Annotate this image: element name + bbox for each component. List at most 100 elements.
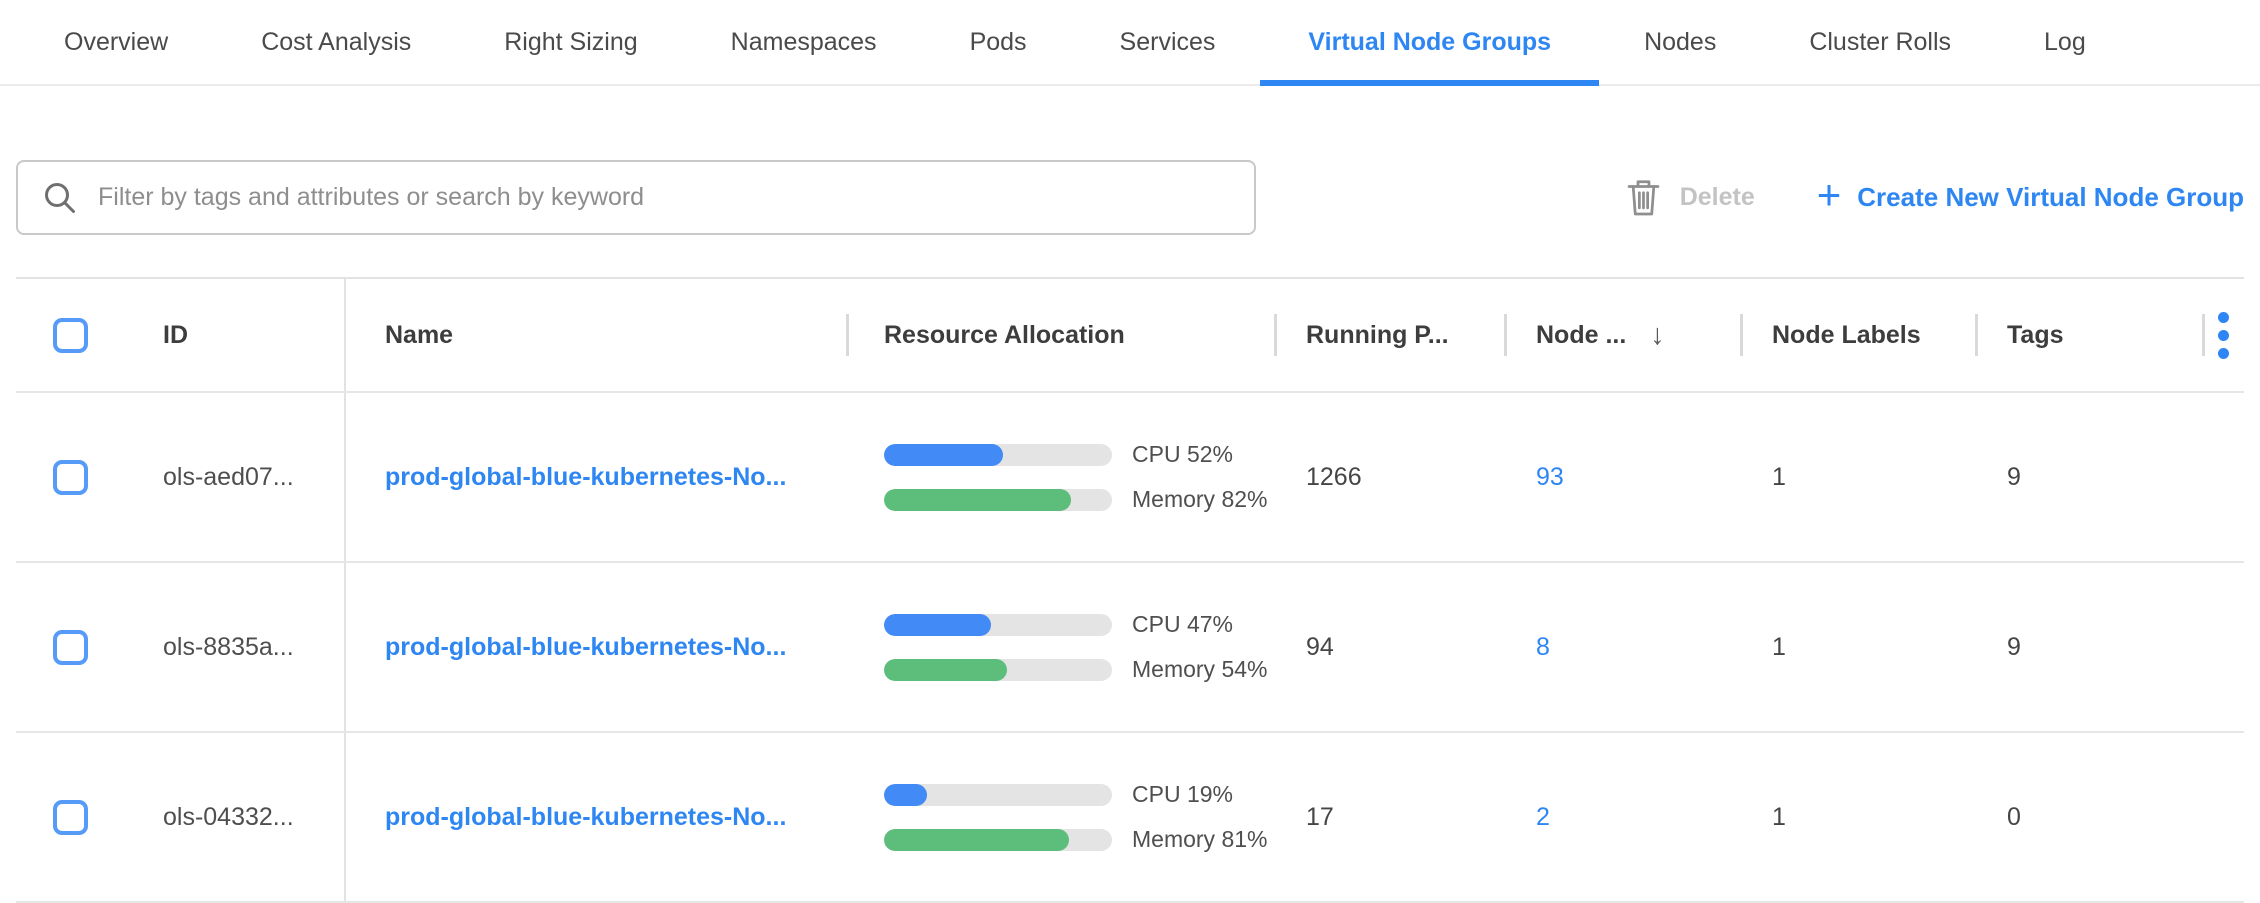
memory-usage-bar	[884, 829, 1112, 851]
vng-name-link[interactable]: prod-global-blue-kubernetes-No...	[385, 633, 786, 662]
nodes-cell: 2	[1504, 733, 1740, 901]
column-header-running-pods[interactable]: Running P...	[1274, 279, 1504, 391]
memory-usage-bar	[884, 659, 1112, 681]
tab-cost-analysis[interactable]: Cost Analysis	[261, 0, 411, 84]
memory-usage-fill	[884, 659, 1007, 681]
node-labels-value: 1	[1740, 733, 1975, 901]
tags-value: 0	[1975, 733, 2202, 901]
create-button-label: Create New Virtual Node Group	[1857, 182, 2244, 213]
nodes-count-link[interactable]: 8	[1536, 633, 1550, 662]
column-header-tags[interactable]: Tags	[1975, 279, 2202, 391]
nodes-cell: 8	[1504, 563, 1740, 731]
row-select-cell	[16, 393, 130, 561]
vng-id: ols-8835a...	[130, 563, 346, 731]
nodes-count-link[interactable]: 2	[1536, 803, 1550, 832]
toolbar: Delete + Create New Virtual Node Group	[16, 160, 2244, 235]
filter-search-box	[16, 160, 1256, 235]
kebab-dot	[2218, 312, 2229, 323]
memory-usage-fill	[884, 829, 1069, 851]
row-checkbox[interactable]	[53, 630, 88, 665]
delete-button-label: Delete	[1680, 183, 1755, 212]
node-labels-value: 1	[1740, 563, 1975, 731]
row-select-cell	[16, 563, 130, 731]
resource-allocation-cell: CPU 52% Memory 82%	[846, 393, 1274, 561]
cpu-usage-bar	[884, 614, 1112, 636]
tab-nodes[interactable]: Nodes	[1644, 0, 1716, 84]
nodes-cell: 93	[1504, 393, 1740, 561]
kebab-dot	[2218, 330, 2229, 341]
running-pods-value: 1266	[1274, 393, 1504, 561]
vng-name-link[interactable]: prod-global-blue-kubernetes-No...	[385, 463, 786, 492]
search-icon	[42, 180, 78, 216]
plus-icon: +	[1817, 174, 1842, 216]
select-all-checkbox[interactable]	[53, 318, 88, 353]
column-settings-cell	[2202, 279, 2244, 391]
tab-log[interactable]: Log	[2044, 0, 2086, 84]
tab-right-sizing[interactable]: Right Sizing	[504, 0, 637, 84]
cpu-usage-bar	[884, 784, 1112, 806]
create-new-virtual-node-group-button[interactable]: + Create New Virtual Node Group	[1817, 177, 2244, 219]
row-menu-cell	[2202, 563, 2244, 731]
column-header-id[interactable]: ID	[130, 279, 346, 391]
table-row: ols-04332... prod-global-blue-kubernetes…	[16, 733, 2244, 903]
column-header-resource-allocation[interactable]: Resource Allocation	[846, 279, 1274, 391]
virtual-node-groups-table: ID Name Resource Allocation Running P...…	[16, 277, 2244, 903]
vng-id: ols-aed07...	[130, 393, 346, 561]
cpu-usage-fill	[884, 784, 927, 806]
memory-usage-fill	[884, 489, 1071, 511]
row-checkbox[interactable]	[53, 460, 88, 495]
cpu-usage-label: CPU 52%	[1132, 441, 1267, 468]
vng-name-cell: prod-global-blue-kubernetes-No...	[346, 733, 846, 901]
resource-bars: CPU 47% Memory 54%	[884, 611, 1267, 683]
memory-usage-label: Memory 54%	[1132, 656, 1267, 683]
tab-virtual-node-groups[interactable]: Virtual Node Groups	[1308, 0, 1551, 84]
resource-bars: CPU 19% Memory 81%	[884, 781, 1267, 853]
running-pods-value: 17	[1274, 733, 1504, 901]
column-header-nodes-label: Node ...	[1536, 321, 1626, 350]
tab-bar: Overview Cost Analysis Right Sizing Name…	[0, 0, 2260, 86]
vng-name-cell: prod-global-blue-kubernetes-No...	[346, 393, 846, 561]
tags-value: 9	[1975, 563, 2202, 731]
table-header-row: ID Name Resource Allocation Running P...…	[16, 279, 2244, 393]
cpu-usage-fill	[884, 614, 991, 636]
tab-pods[interactable]: Pods	[970, 0, 1027, 84]
delete-button[interactable]: Delete	[1627, 178, 1755, 217]
resource-allocation-cell: CPU 47% Memory 54%	[846, 563, 1274, 731]
select-all-cell	[16, 279, 130, 391]
column-header-name[interactable]: Name	[346, 279, 846, 391]
running-pods-value: 94	[1274, 563, 1504, 731]
row-menu-cell	[2202, 733, 2244, 901]
row-menu-cell	[2202, 393, 2244, 561]
trash-icon	[1627, 178, 1660, 217]
memory-usage-bar	[884, 489, 1112, 511]
vng-name-link[interactable]: prod-global-blue-kubernetes-No...	[385, 803, 786, 832]
tab-overview[interactable]: Overview	[64, 0, 168, 84]
sort-descending-icon: ↓	[1650, 319, 1665, 352]
search-input[interactable]	[96, 182, 1234, 213]
tab-services[interactable]: Services	[1120, 0, 1216, 84]
memory-usage-label: Memory 81%	[1132, 826, 1267, 853]
column-header-nodes[interactable]: Node ... ↓	[1504, 279, 1740, 391]
row-select-cell	[16, 733, 130, 901]
cpu-usage-bar	[884, 444, 1112, 466]
table-row: ols-aed07... prod-global-blue-kubernetes…	[16, 393, 2244, 563]
cpu-usage-label: CPU 19%	[1132, 781, 1267, 808]
column-settings-menu-button[interactable]	[2214, 308, 2233, 363]
node-labels-value: 1	[1740, 393, 1975, 561]
nodes-count-link[interactable]: 93	[1536, 463, 1564, 492]
resource-bars: CPU 52% Memory 82%	[884, 441, 1267, 513]
row-checkbox[interactable]	[53, 800, 88, 835]
column-header-node-labels[interactable]: Node Labels	[1740, 279, 1975, 391]
vng-id: ols-04332...	[130, 733, 346, 901]
cpu-usage-fill	[884, 444, 1003, 466]
tags-value: 9	[1975, 393, 2202, 561]
toolbar-actions: Delete + Create New Virtual Node Group	[1627, 177, 2244, 219]
kebab-dot	[2218, 348, 2229, 359]
cpu-usage-label: CPU 47%	[1132, 611, 1267, 638]
memory-usage-label: Memory 82%	[1132, 486, 1267, 513]
tab-cluster-rolls[interactable]: Cluster Rolls	[1809, 0, 1951, 84]
vng-name-cell: prod-global-blue-kubernetes-No...	[346, 563, 846, 731]
resource-allocation-cell: CPU 19% Memory 81%	[846, 733, 1274, 901]
table-row: ols-8835a... prod-global-blue-kubernetes…	[16, 563, 2244, 733]
tab-namespaces[interactable]: Namespaces	[731, 0, 877, 84]
